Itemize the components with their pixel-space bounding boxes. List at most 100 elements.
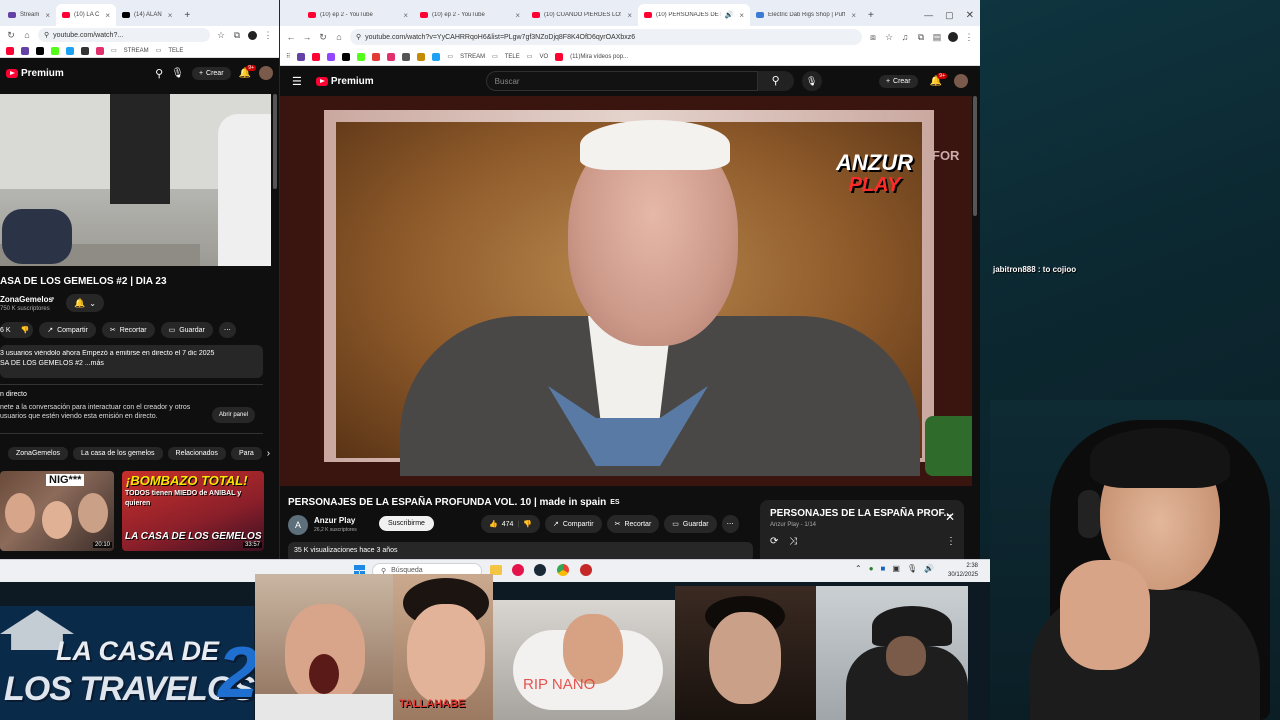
bookmark-icon[interactable] xyxy=(387,52,396,61)
bookmark-star-icon[interactable]: ☆ xyxy=(216,30,226,41)
apps-grid-icon[interactable]: ⠿ xyxy=(286,53,290,60)
bookmark-icon[interactable] xyxy=(66,46,74,55)
more-actions-button[interactable]: ⋯ xyxy=(218,322,236,338)
more-options-icon[interactable]: ⋮ xyxy=(946,536,956,547)
search-input[interactable]: Buscar xyxy=(485,71,758,91)
loop-icon[interactable]: ⟳ xyxy=(770,536,778,547)
close-tab-icon[interactable]: × xyxy=(627,11,632,20)
chip-related[interactable]: Relacionados xyxy=(167,447,226,460)
close-tab-icon[interactable]: × xyxy=(515,11,520,20)
media-icon[interactable]: ♫ xyxy=(900,32,910,42)
steam-icon[interactable] xyxy=(534,564,546,576)
bookmark-icon[interactable] xyxy=(402,52,411,61)
related-thumbnail-1[interactable]: NIG*** 20:10 xyxy=(0,471,114,551)
sidebar-icon[interactable]: ▤ xyxy=(932,32,942,43)
extensions-icon[interactable]: ⧉ xyxy=(232,30,242,41)
right-tab-4-active[interactable]: (10) PERSONAJES DE LA 🔊 × xyxy=(638,4,750,26)
like-icon[interactable]: 👍 xyxy=(489,520,498,528)
obs-icon[interactable] xyxy=(580,564,592,576)
save-button[interactable]: ▭ Guardar xyxy=(664,515,717,533)
bookmark-icon[interactable] xyxy=(357,52,366,61)
profile-avatar[interactable] xyxy=(248,30,257,40)
close-window-button[interactable]: ✕ xyxy=(960,4,980,26)
account-avatar[interactable] xyxy=(259,66,273,80)
close-tab-icon[interactable]: × xyxy=(168,11,173,20)
chip-la-casa[interactable]: La casa de los gemelos xyxy=(72,447,163,460)
voice-search-button[interactable]: 🎙 xyxy=(801,71,822,91)
bookmark-icon[interactable] xyxy=(96,46,104,55)
bookmark-icon[interactable] xyxy=(417,52,426,61)
audio-playing-icon[interactable]: 🔊 xyxy=(725,11,734,19)
site-info-icon[interactable]: ⚲ xyxy=(44,31,49,39)
right-scrollbar[interactable] xyxy=(973,96,977,216)
taskbar-clock[interactable]: 2:38 30/12/2025 xyxy=(948,562,978,580)
right-tab-3[interactable]: (10) CUANDO PIERDES LOS × xyxy=(526,4,638,26)
bookmark-icon[interactable] xyxy=(312,52,321,61)
clip-button[interactable]: ✂ Recortar xyxy=(101,322,155,338)
channel-avatar[interactable]: A xyxy=(288,515,308,535)
close-tab-icon[interactable]: × xyxy=(105,11,110,20)
minimize-button[interactable]: — xyxy=(918,4,939,26)
bookmark-icon[interactable] xyxy=(21,46,29,55)
close-tab-icon[interactable]: × xyxy=(851,11,856,20)
reload-icon[interactable]: ↻ xyxy=(6,30,16,41)
chip-channel[interactable]: ZonaGemelos xyxy=(8,447,68,460)
right-tab-5[interactable]: Electric Dab Rigs Shop | Puff × xyxy=(750,4,862,26)
new-tab-button[interactable]: + xyxy=(862,4,880,26)
youtube-logo[interactable]: Premium xyxy=(315,76,374,87)
open-panel-button[interactable]: Abrir panel xyxy=(212,407,256,423)
close-tab-icon[interactable]: × xyxy=(403,11,408,20)
extensions-icon[interactable]: ⧉ xyxy=(916,32,926,43)
bookmark-folder-stream[interactable]: STREAM xyxy=(460,54,485,60)
site-info-icon[interactable]: ⚲ xyxy=(356,33,361,41)
dislike-icon[interactable]: 👎 xyxy=(21,326,30,334)
notifications-bell-icon[interactable]: 🔔 9+ xyxy=(239,64,256,79)
left-address-bar[interactable]: ⚲ youtube.com/watch?... xyxy=(38,28,210,42)
bookmark-icon[interactable] xyxy=(327,52,336,61)
right-address-bar[interactable]: ⚲ youtube.com/watch?v=YyCAHRRqoH6&list=PL… xyxy=(350,29,862,45)
playlist-title[interactable]: PERSONAJES DE LA ESPAÑA PROF... xyxy=(770,508,954,519)
back-icon[interactable]: ← xyxy=(286,32,296,42)
share-button[interactable]: ↗ Compartir xyxy=(39,322,96,338)
bookmark-icon[interactable] xyxy=(342,52,351,61)
left-tab-1[interactable]: Stream × xyxy=(2,4,56,26)
home-icon[interactable]: ⌂ xyxy=(22,30,32,40)
left-scrollbar[interactable] xyxy=(273,94,277,189)
cast-icon[interactable]: ⧈ xyxy=(868,32,878,43)
main-video-player[interactable]: ANZUR PLAY FOR xyxy=(280,96,972,486)
music-app-icon[interactable] xyxy=(512,564,524,576)
chevron-right-icon[interactable]: › xyxy=(267,448,270,459)
search-icon[interactable]: ⚲ xyxy=(155,67,163,80)
maximize-button[interactable]: ▢ xyxy=(939,4,960,26)
chip-for-you[interactable]: Para xyxy=(230,447,262,460)
bookmark-icon[interactable] xyxy=(6,46,14,55)
create-button[interactable]: + Crear xyxy=(878,74,918,88)
save-button[interactable]: ▭ Guardar xyxy=(160,322,213,338)
bookmark-folder-vo[interactable]: VO xyxy=(539,54,548,60)
right-tab-2[interactable]: (10) ep 2 - YouTube × xyxy=(414,4,526,26)
home-icon[interactable]: ⌂ xyxy=(334,32,344,42)
notifications-bell-icon[interactable]: 🔔 9+ xyxy=(930,72,947,87)
youtube-logo[interactable]: Premium xyxy=(6,68,64,79)
reload-icon[interactable]: ↻ xyxy=(318,32,328,43)
menu-icon[interactable]: ⋮ xyxy=(964,32,974,43)
chrome-icon[interactable] xyxy=(557,564,569,576)
microphone-icon[interactable]: 🎙 xyxy=(171,68,184,79)
bookmark-star-icon[interactable]: ☆ xyxy=(884,32,894,43)
bookmark-folder-tele[interactable]: TELE xyxy=(505,54,520,60)
like-dislike-group[interactable]: 6 K 👎 xyxy=(0,322,34,338)
share-button[interactable]: ↗ Compartir xyxy=(544,515,602,533)
network-icon[interactable]: ▣ xyxy=(892,564,900,573)
hamburger-menu-icon[interactable]: ☰ xyxy=(292,75,302,88)
tray-app-icon[interactable]: ● xyxy=(869,564,874,573)
bookmark-icon[interactable] xyxy=(297,52,306,61)
more-actions-button[interactable]: ⋯ xyxy=(721,515,739,533)
left-video-player[interactable] xyxy=(0,94,271,266)
clip-button[interactable]: ✂ Recortar xyxy=(606,515,660,533)
bookmark-popular-videos[interactable]: (11)Mira vídeos pop... xyxy=(570,54,628,60)
chevron-up-icon[interactable]: ⌃ xyxy=(855,564,862,573)
search-button[interactable]: ⚲ xyxy=(757,71,794,91)
bookmark-icon[interactable] xyxy=(432,52,441,61)
left-description-box[interactable]: 3 usuarios viéndolo ahora Empezó a emiti… xyxy=(0,345,263,378)
menu-icon[interactable]: ⋮ xyxy=(263,30,273,41)
